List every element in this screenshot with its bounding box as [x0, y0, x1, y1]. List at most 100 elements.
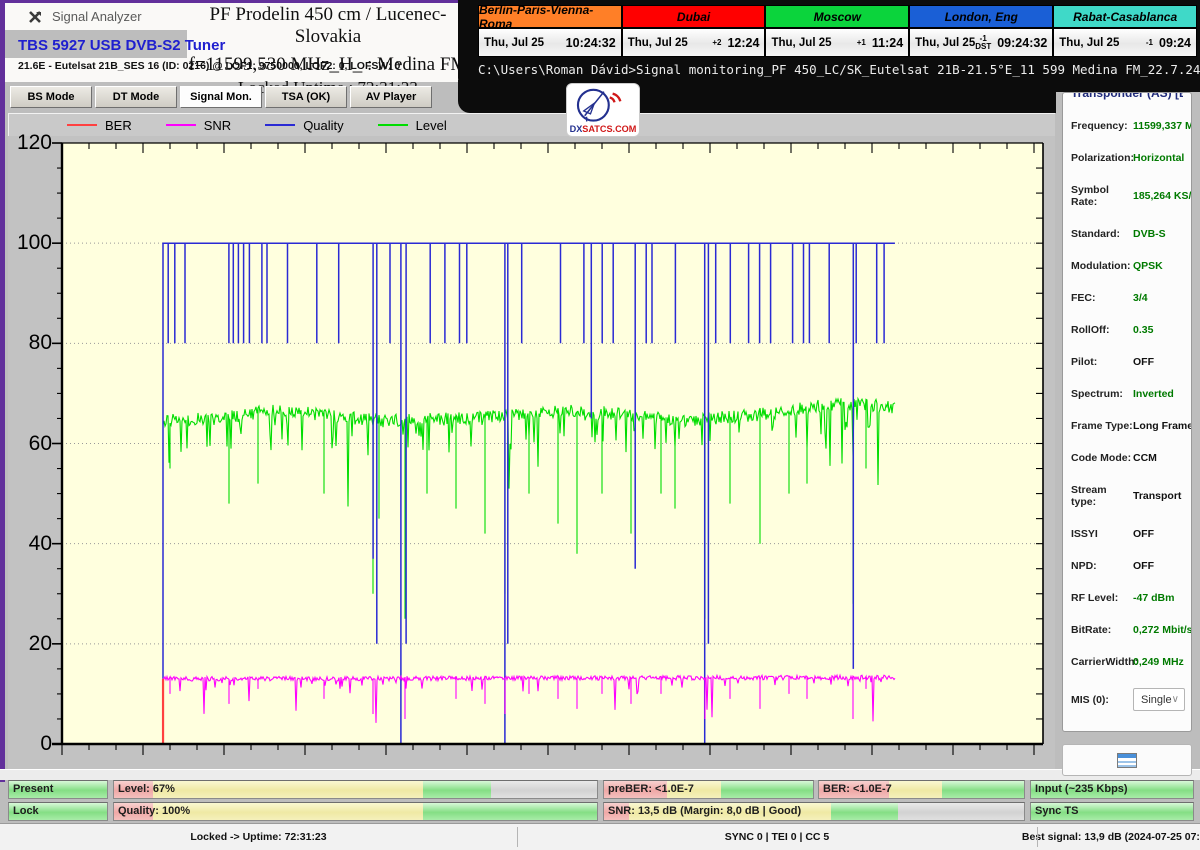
clock-time: 10:24:32	[566, 36, 616, 50]
gauge-segment-yellow	[153, 803, 423, 820]
status-gauge-quality: Quality: 100%	[113, 802, 598, 821]
transponder-row: NPD:OFF	[1071, 560, 1183, 572]
transponder-row-label: Frequency:	[1071, 120, 1133, 132]
status-gauge-snr: SNR: 13,5 dB (Margin: 8,0 dB | Good)	[603, 802, 1025, 821]
transponder-row-value: 185,264 KS/s	[1133, 190, 1192, 202]
gauge-label: Quality: 100%	[118, 805, 190, 817]
status-gauge-sync-ts: Sync TS	[1030, 802, 1194, 821]
legend-swatch	[378, 124, 408, 126]
transponder-row: Spectrum:Inverted	[1071, 388, 1183, 400]
lower-divider-strip	[0, 769, 1200, 780]
clock-time-row: Thu, Jul 25-109:24	[1054, 29, 1196, 56]
statusbar-divider	[1037, 827, 1038, 847]
legend-swatch	[67, 124, 97, 126]
status-gauge-level: Level: 67%	[113, 780, 598, 799]
signal-chart	[42, 133, 1052, 758]
gauge-segment-green	[721, 781, 813, 798]
tab-signal-mon-[interactable]: Signal Mon.	[180, 86, 262, 108]
transponder-rows: Frequency:11599,337 MHz Polarization:Hori…	[1071, 100, 1183, 731]
gauge-label: preBER: <1.0E-7	[608, 783, 694, 795]
mis-selected-value: Single	[1141, 694, 1172, 706]
transponder-row: CarrierWidth:0,249 MHz	[1071, 656, 1183, 668]
transponder-row: Stream type:Transport	[1071, 484, 1183, 508]
gauge-label: SNR: 13,5 dB (Margin: 8,0 dB | Good)	[608, 805, 801, 817]
clock-time-row: Thu, Jul 2510:24:32	[479, 29, 621, 56]
statusbar-divider	[517, 827, 518, 847]
legend-item-quality: Quality	[265, 118, 343, 133]
transponder-row: Pilot:OFF	[1071, 356, 1183, 368]
window-border-left	[0, 0, 5, 782]
legend-label: BER	[105, 118, 132, 133]
gauge-label: Input (~235 Kbps)	[1035, 783, 1128, 795]
app-logo-icon	[27, 9, 43, 25]
tab-bs-mode[interactable]: BS Mode	[10, 86, 92, 108]
clock-time-row: Thu, Jul 25-1DST09:24:32	[910, 29, 1052, 56]
transponder-row-value: Inverted	[1133, 388, 1174, 400]
transponder-row-value: -47 dBm	[1133, 592, 1174, 604]
transponder-row: Standard:DVB-S	[1071, 228, 1183, 240]
dish-title: PF Prodelin 450 cm / Lucenec-Slovakia	[188, 4, 468, 48]
transponder-row: Modulation:QPSK	[1071, 260, 1183, 272]
tab-av-player[interactable]: AV Player	[350, 86, 432, 108]
mis-label: MIS (0):	[1071, 694, 1133, 706]
clock-time: 12:24	[727, 36, 759, 50]
transponder-row-label: FEC:	[1071, 292, 1133, 304]
transponder-row-label: Spectrum:	[1071, 388, 1133, 400]
transponder-row-value: Transport	[1133, 490, 1181, 502]
status-gauge-ber: BER: <1.0E-7	[818, 780, 1025, 799]
status-gauge-preber: preBER: <1.0E-7	[603, 780, 814, 799]
clock-utc-offset: -1	[1146, 39, 1153, 47]
transponder-row: Frequency:11599,337 MHz	[1071, 120, 1183, 132]
dxsatcs-logo: DXSATCS.COM	[566, 83, 640, 137]
transponder-row-value: OFF	[1133, 356, 1154, 368]
mode-tabs: BS ModeDT ModeSignal Mon.TSA (OK)AV Play…	[10, 86, 432, 108]
mis-dropdown[interactable]: Single∨	[1133, 688, 1185, 711]
transponder-sidebar: Transponder (AS) [BS] Frequency:11599,33…	[1062, 92, 1192, 732]
transponder-row-value: QPSK	[1133, 260, 1163, 272]
clock-date: Thu, Jul 25	[628, 37, 688, 49]
clock-time: 11:24	[872, 36, 903, 50]
tab-tsa-ok-[interactable]: TSA (OK)	[265, 86, 347, 108]
gauge-segment-gray	[898, 803, 1024, 820]
transponder-row-value: 11599,337 MHz	[1133, 120, 1192, 132]
transponder-row: Polarization:Horizontal	[1071, 152, 1183, 164]
transponder-row: FEC:3/4	[1071, 292, 1183, 304]
transponder-row-label: BitRate:	[1071, 624, 1133, 636]
logo-text-rest: SATCS.COM	[582, 124, 636, 134]
statusbar-cell-1: SYNC 0 | TEI 0 | CC 5	[517, 824, 1037, 850]
legend-item-level: Level	[378, 118, 447, 133]
transponder-row: RollOff:0.35	[1071, 324, 1183, 336]
clock-time: 09:24:32	[997, 36, 1047, 50]
transponder-row-value: Long Frame	[1133, 420, 1192, 432]
console-prompt[interactable]: C:\Users\Roman Dávid>Signal monitoring_P…	[478, 62, 1198, 77]
transponder-row-label: RF Level:	[1071, 592, 1133, 604]
transponder-row-label: Modulation:	[1071, 260, 1133, 272]
transponder-row-value: 0.35	[1133, 324, 1153, 336]
transponder-row-label: Pilot:	[1071, 356, 1133, 368]
gauge-segment-green	[423, 803, 597, 820]
clock-city-label: Moscow	[766, 6, 908, 29]
gauge-label: Sync TS	[1035, 805, 1078, 817]
gauge-segment-green	[423, 781, 491, 798]
gauge-label: Lock	[13, 805, 39, 817]
transponder-row-value: 3/4	[1133, 292, 1148, 304]
clock-date: Thu, Jul 25	[771, 37, 831, 49]
clock-city-label: Berlin-Paris-Vienna-Roma	[479, 6, 621, 29]
transponder-row: BitRate:0,272 Mbit/s	[1071, 624, 1183, 636]
transponder-row-label: Stream type:	[1071, 484, 1133, 508]
legend-label: Quality	[303, 118, 343, 133]
gauge-segment-green	[831, 803, 898, 820]
tab-dt-mode[interactable]: DT Mode	[95, 86, 177, 108]
clock-utc-offset: +2	[712, 39, 721, 47]
transponder-row: RF Level:-47 dBm	[1071, 592, 1183, 604]
transponder-row-label: Polarization:	[1071, 152, 1133, 164]
clock-berlin-paris-vienna-roma: Berlin-Paris-Vienna-RomaThu, Jul 2510:24…	[479, 6, 623, 56]
transponder-row-value: DVB-S	[1133, 228, 1166, 240]
chevron-down-icon: ∨	[1172, 694, 1179, 705]
status-gauge-lock: Lock	[8, 802, 108, 821]
transponder-row: Code Mode:CCM	[1071, 452, 1183, 464]
gauge-label: Level: 67%	[118, 783, 175, 795]
clock-moscow: MoscowThu, Jul 25+111:24	[766, 6, 910, 56]
transponder-row-label: Code Mode:	[1071, 452, 1133, 464]
stream-list-button[interactable]	[1062, 744, 1192, 776]
